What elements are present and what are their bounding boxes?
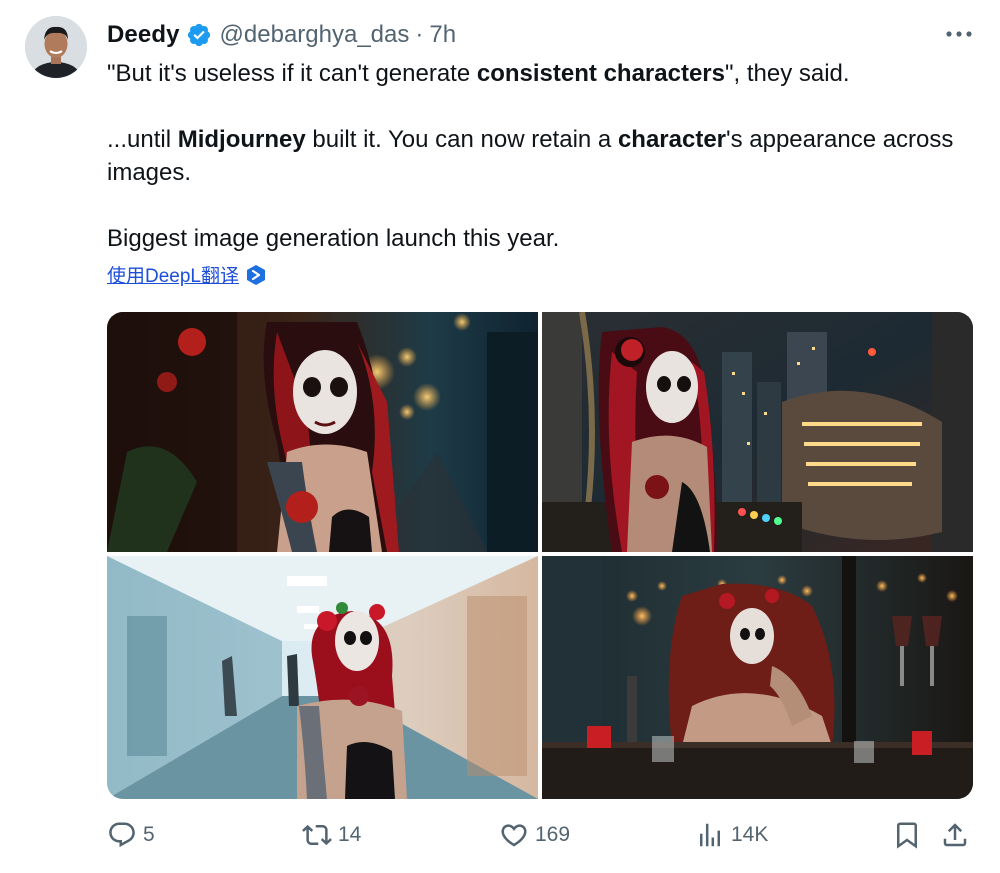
bookmark-button[interactable] [892, 820, 928, 850]
tweet-line-1: "But it's useless if it can't generate c… [107, 57, 977, 90]
media-image-1[interactable] [107, 312, 538, 552]
tweet-line-3: Biggest image generation launch this yea… [107, 225, 560, 252]
views-button[interactable]: 14K [695, 820, 768, 850]
reply-button[interactable]: 5 [107, 820, 155, 850]
bookmark-icon [897, 822, 917, 849]
retweet-button[interactable]: 14 [302, 820, 361, 850]
tweet-text: "But it's useless if it can't generate c… [107, 57, 977, 255]
views-count: 14K [731, 823, 769, 846]
text-bold: consistent characters [476, 60, 725, 87]
tweet: Deedy @debarghya_das · 7h "But it's usel… [0, 0, 1000, 873]
author-name[interactable]: Deedy [107, 21, 180, 49]
text-bold: character [617, 126, 727, 153]
like-count: 169 [535, 823, 571, 846]
avatar[interactable] [25, 16, 87, 78]
heart-icon [501, 824, 527, 847]
action-bar: 5 14 169 14K [0, 820, 1000, 854]
share-icon [943, 823, 967, 847]
text-segment: built it. You can now retain a [305, 126, 618, 153]
translate-link[interactable]: 使用DeepL翻译 [107, 261, 239, 288]
text-bold: Midjourney [177, 126, 306, 153]
tweet-time[interactable]: 7h [429, 21, 456, 49]
author-handle[interactable]: @debarghya_das [220, 21, 410, 49]
tweet-header: Deedy @debarghya_das · 7h [107, 17, 456, 53]
meta-separator: · [415, 21, 424, 48]
media-image-4[interactable] [542, 556, 973, 799]
like-button[interactable]: 169 [499, 820, 570, 850]
media-grid [107, 312, 973, 799]
retweet-count: 14 [338, 823, 362, 846]
media-image-2[interactable] [542, 312, 973, 552]
share-button[interactable] [940, 820, 976, 850]
deepl-icon[interactable] [245, 264, 267, 286]
retweet-icon [302, 824, 332, 846]
text-segment: ...until [107, 126, 178, 153]
media-image-3[interactable] [107, 556, 538, 799]
text-segment: ", they said. [724, 60, 850, 87]
reply-count: 5 [143, 823, 155, 846]
verified-badge-icon [186, 22, 212, 48]
reply-icon [109, 822, 135, 848]
text-segment: "But it's useless if it can't generate [107, 60, 477, 87]
translate-row: 使用DeepL翻译 [107, 261, 267, 288]
more-options-icon[interactable] [944, 24, 974, 44]
tweet-line-2: ...until Midjourney built it. You can no… [107, 123, 977, 189]
views-chart-icon [700, 823, 720, 847]
